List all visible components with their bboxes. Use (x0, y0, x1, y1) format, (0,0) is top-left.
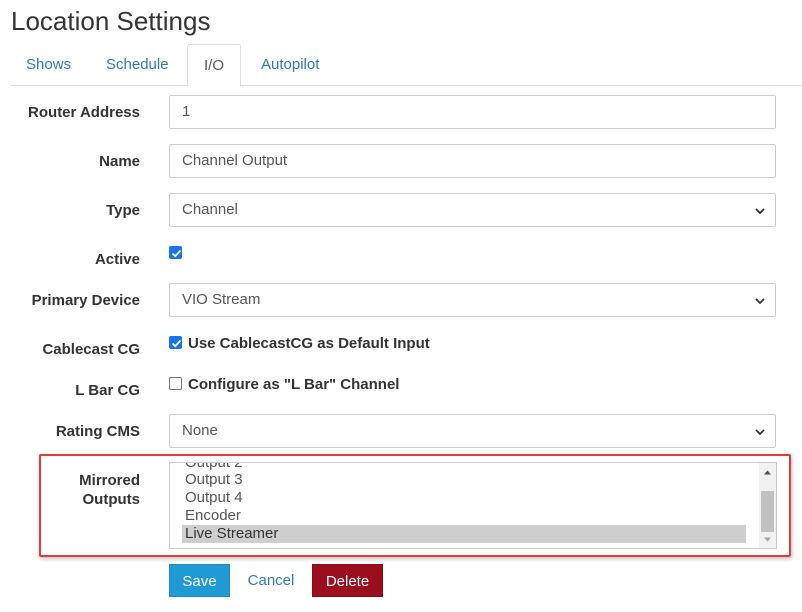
l-bar-cg-checkbox[interactable] (169, 377, 182, 390)
name-input[interactable]: Channel Output (169, 144, 776, 178)
tab-schedule[interactable]: Schedule (90, 44, 185, 86)
mirrored-outputs-label-line1: Mirrored (79, 472, 140, 489)
list-item[interactable]: Output 3 (182, 471, 746, 489)
scroll-thumb[interactable] (761, 491, 774, 532)
rating-cms-label: Rating CMS (55, 423, 140, 440)
delete-button[interactable]: Delete (312, 564, 383, 597)
router-address-input[interactable]: 1 (169, 95, 776, 129)
chevron-down-icon (755, 429, 765, 436)
active-label: Active (94, 251, 140, 268)
primary-device-select-value: VIO Stream (182, 291, 261, 308)
cancel-button[interactable]: Cancel (238, 564, 304, 597)
check-icon (171, 339, 182, 348)
save-button[interactable]: Save (169, 564, 230, 597)
name-label: Name (99, 153, 140, 170)
mirrored-outputs-label-line2: Outputs (82, 491, 141, 508)
list-item[interactable]: Output 4 (182, 489, 746, 507)
l-bar-cg-option-label[interactable]: Configure as "L Bar" Channel (188, 375, 399, 394)
cablecast-cg-option-label[interactable]: Use CablecastCG as Default Input (188, 334, 430, 353)
cablecast-cg-label: Cablecast CG (42, 341, 140, 358)
primary-device-label: Primary Device (31, 292, 140, 309)
tab-autopilot[interactable]: Autopilot (245, 44, 335, 86)
tab-io[interactable]: I/O (187, 44, 242, 87)
rating-cms-select[interactable]: None (169, 414, 776, 448)
chevron-down-icon (755, 298, 765, 305)
router-address-label: Router Address (28, 104, 140, 121)
cablecast-cg-checkbox[interactable] (169, 336, 182, 349)
type-select[interactable]: Channel (169, 193, 776, 227)
scroll-down-icon[interactable] (763, 535, 772, 544)
rating-cms-select-value: None (182, 422, 218, 439)
primary-device-select[interactable]: VIO Stream (169, 283, 776, 317)
chevron-down-icon (755, 208, 765, 215)
list-item-selected[interactable]: Live Streamer (182, 525, 746, 543)
tab-shows[interactable]: Shows (10, 44, 87, 86)
tab-bar: Shows Schedule I/O Autopilot (10, 44, 802, 87)
scroll-up-icon[interactable] (763, 468, 772, 477)
check-icon (171, 249, 182, 258)
mirrored-outputs-listbox[interactable]: Output 2 Output 3 Output 4 Encoder Live … (169, 462, 777, 549)
listbox-scrollbar[interactable] (759, 463, 776, 548)
page-title: Location Settings (11, 6, 211, 36)
l-bar-cg-label: L Bar CG (75, 382, 140, 399)
active-checkbox[interactable] (169, 246, 182, 259)
list-item[interactable]: Encoder (182, 507, 746, 525)
type-select-value: Channel (182, 201, 238, 218)
type-label: Type (106, 202, 140, 219)
